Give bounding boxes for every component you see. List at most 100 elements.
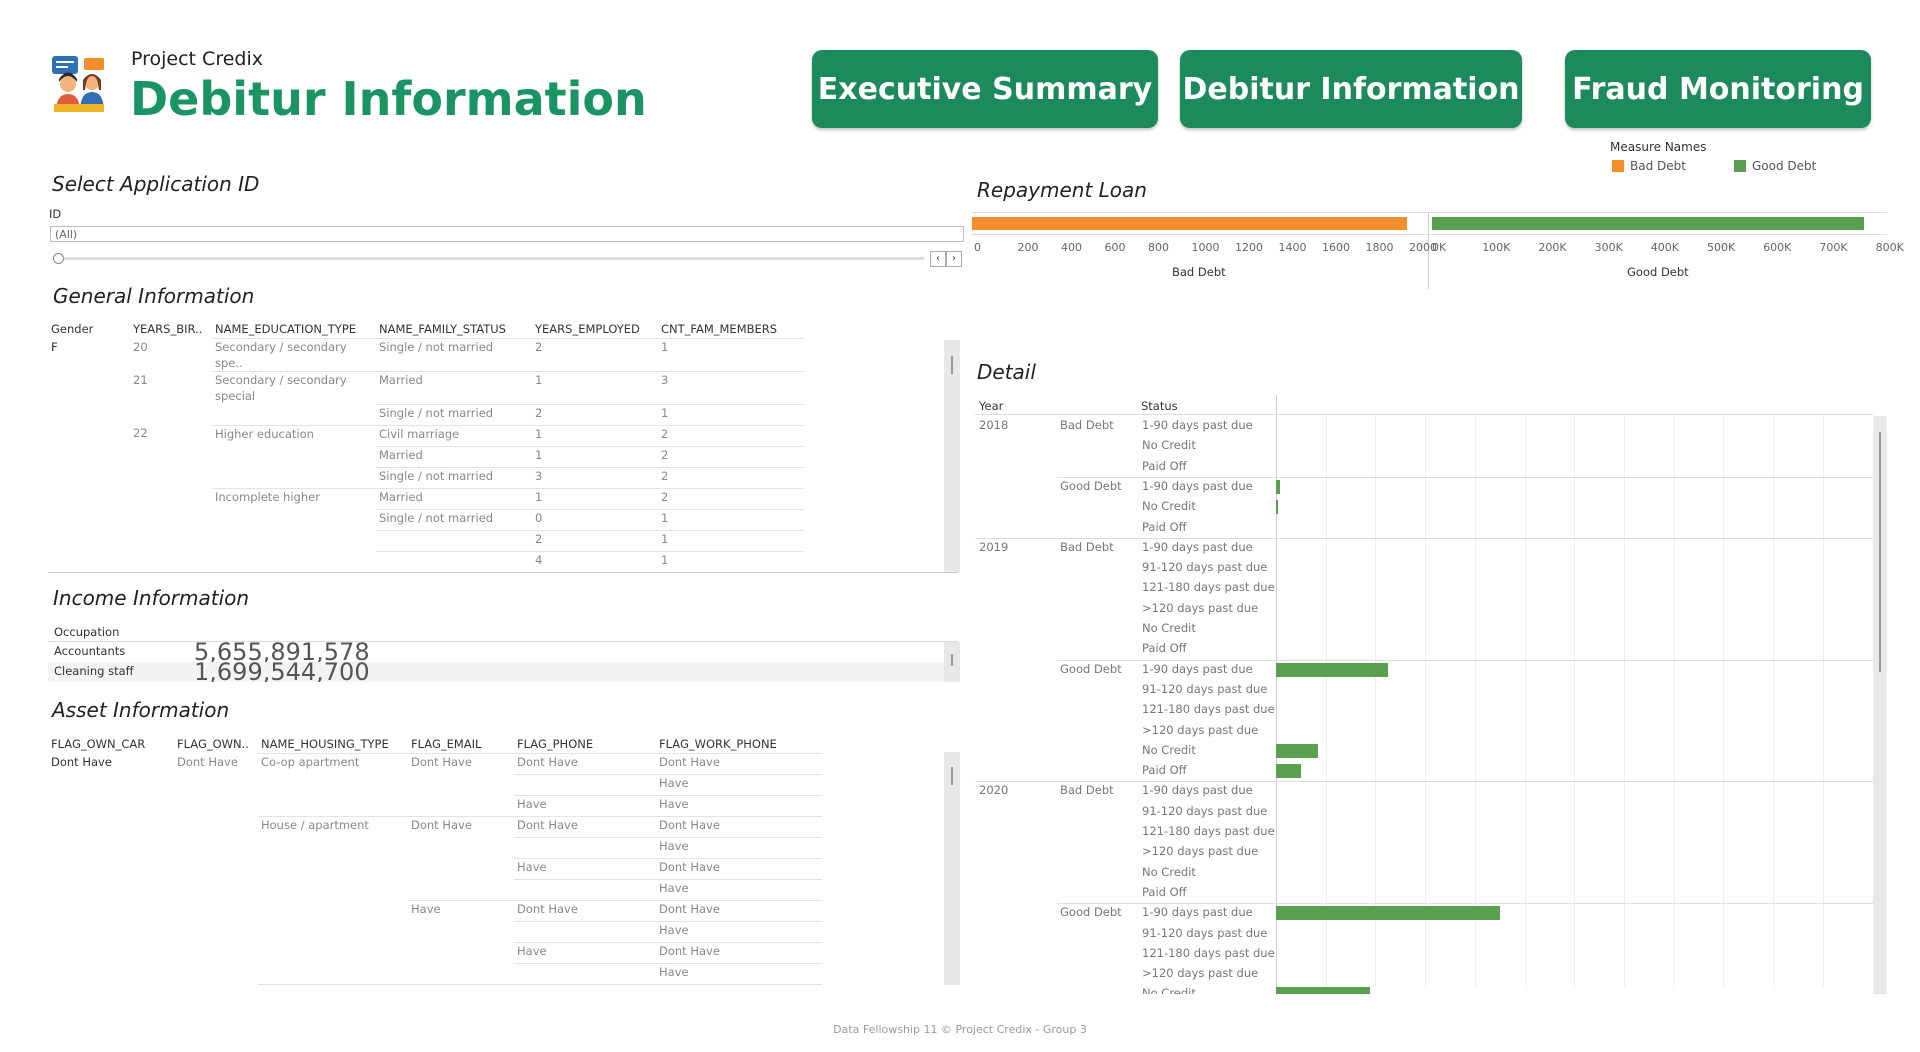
next-arrow-icon[interactable]: › xyxy=(946,251,962,267)
table-cell xyxy=(258,901,408,922)
asset-scrollbar[interactable] xyxy=(944,752,960,985)
col-flag-email: FLAG_EMAIL xyxy=(411,737,482,751)
table-cell xyxy=(408,943,514,964)
table-cell xyxy=(174,922,258,943)
table-cell xyxy=(258,880,408,901)
table-cell: Married xyxy=(376,371,532,404)
table-row: Have Have xyxy=(48,795,822,817)
table-cell: Dont Have xyxy=(408,816,514,838)
detail-status: 121-180 days past due xyxy=(1142,945,1275,960)
bad-tick-label: 1600 xyxy=(1322,241,1350,254)
detail-status: 121-180 days past due xyxy=(1142,580,1275,595)
application-id-select[interactable]: (All) xyxy=(50,226,964,242)
detail-scrollbar[interactable] xyxy=(1873,416,1887,994)
repayment-good-bar xyxy=(1432,217,1865,230)
table-cell xyxy=(174,817,258,838)
detail-status: No Credit xyxy=(1142,742,1196,757)
table-cell xyxy=(514,774,656,796)
table-cell: Have xyxy=(514,795,656,817)
detail-bar xyxy=(1276,479,1280,494)
table-cell xyxy=(514,963,656,985)
table-cell xyxy=(258,838,408,859)
table-cell xyxy=(48,985,174,986)
table-cell xyxy=(212,530,376,551)
general-scrollbar[interactable] xyxy=(944,340,960,572)
occupation-name: Accountants xyxy=(54,644,126,658)
table-cell: Dont Have xyxy=(177,754,238,769)
nav-fraud-monitoring-button[interactable]: Fraud Monitoring xyxy=(1565,50,1871,128)
table-cell: 1 xyxy=(532,445,658,467)
table-cell: 1 xyxy=(532,371,658,404)
table-cell: Dont Have xyxy=(51,754,112,769)
table-cell: 21 xyxy=(133,372,148,387)
detail-status: >120 days past due xyxy=(1142,966,1259,981)
detail-year: 2019 xyxy=(979,539,1009,554)
good-axis-label: Good Debt xyxy=(1627,265,1689,279)
table-row: Have Dont Have xyxy=(48,858,822,880)
table-cell: Dont Have xyxy=(656,984,822,985)
detail-status: 121-180 days past due xyxy=(1142,824,1275,838)
table-cell xyxy=(408,964,514,985)
detail-status: Paid Off xyxy=(1142,519,1187,534)
id-slider-handle[interactable] xyxy=(53,253,64,264)
income-info-title: Income Information xyxy=(53,586,250,610)
table-cell: Have xyxy=(656,921,822,943)
table-cell: 22 xyxy=(133,426,148,440)
table-cell: Have xyxy=(656,795,822,817)
detail-status: >120 days past due xyxy=(1142,722,1259,737)
nav-executive-summary-button[interactable]: Executive Summary xyxy=(812,50,1158,128)
table-row: F 20 Secondary / secondary spe.. Single / n… xyxy=(48,338,804,372)
filter-label: ID xyxy=(49,207,62,221)
table-cell xyxy=(174,859,258,880)
table-cell: Co-op apartment xyxy=(258,753,408,775)
table-cell xyxy=(48,551,130,572)
bad-axis-label: Bad Debt xyxy=(1172,265,1226,279)
table-cell xyxy=(48,901,174,922)
id-slider-track[interactable] xyxy=(64,257,924,260)
table-cell xyxy=(130,509,212,530)
income-value: 1,699,544,700 xyxy=(194,658,370,682)
table-cell: 1 xyxy=(658,529,804,551)
nav-debitur-information-button[interactable]: Debitur Information xyxy=(1180,50,1522,128)
detail-status: 1-90 days past due xyxy=(1142,783,1253,798)
prev-arrow-icon[interactable]: ‹ xyxy=(930,251,946,267)
footer-text: Data Fellowship 11 © Project Credix - Gr… xyxy=(833,1023,1087,1036)
table-cell: Have xyxy=(656,774,822,796)
table-cell xyxy=(174,775,258,796)
project-name: Project Credix xyxy=(131,48,263,70)
table-row: 41 xyxy=(48,550,804,572)
table-cell: Incomplete higher xyxy=(212,487,376,509)
table-cell: 3 xyxy=(658,371,804,404)
table-row: House / apartment Dont Have Dont Have Dont … xyxy=(48,816,822,838)
table-row: Have Dont Have xyxy=(48,942,822,964)
legend-title: Measure Names xyxy=(1610,140,1707,154)
col-year: Year xyxy=(979,399,1004,413)
project-logo-icon xyxy=(50,54,108,116)
table-cell: Have xyxy=(656,879,822,901)
detail-status: 1-90 days past due xyxy=(1142,539,1253,554)
general-info-table: Gender YEARS_BIR.. NAME_EDUCATION_TYPE N… xyxy=(48,320,948,572)
table-cell xyxy=(514,921,656,943)
table-cell xyxy=(130,404,212,425)
table-cell: 2 xyxy=(658,445,804,467)
bad-tick-label: 800 xyxy=(1148,241,1169,254)
detail-year: 2020 xyxy=(979,783,1009,798)
table-cell xyxy=(48,530,130,551)
bad-tick-label: 1800 xyxy=(1365,241,1394,254)
table-cell xyxy=(130,551,212,572)
table-cell xyxy=(48,446,130,467)
good-tick-label: 700K xyxy=(1819,241,1848,254)
bad-tick-label: 0 xyxy=(974,241,981,254)
income-scrollbar[interactable] xyxy=(944,642,960,682)
table-cell xyxy=(48,425,130,446)
table-cell xyxy=(130,530,212,551)
table-cell: 2 xyxy=(532,338,658,372)
good-tick-label: 0K xyxy=(1432,241,1447,254)
table-cell: Dont Have xyxy=(656,942,822,964)
table-row: 21 Secondary / secondary special Married 1 3 xyxy=(48,371,804,404)
detail-status: 91-120 days past due xyxy=(1142,803,1268,818)
table-cell: 1 xyxy=(658,508,804,530)
table-cell: 1 xyxy=(532,424,658,446)
repayment-chart: 0 200 400 600 800 1000 1200 1400 1600 1800 2000 0K… xyxy=(972,212,1904,289)
detail-status: No Credit xyxy=(1142,986,1196,994)
